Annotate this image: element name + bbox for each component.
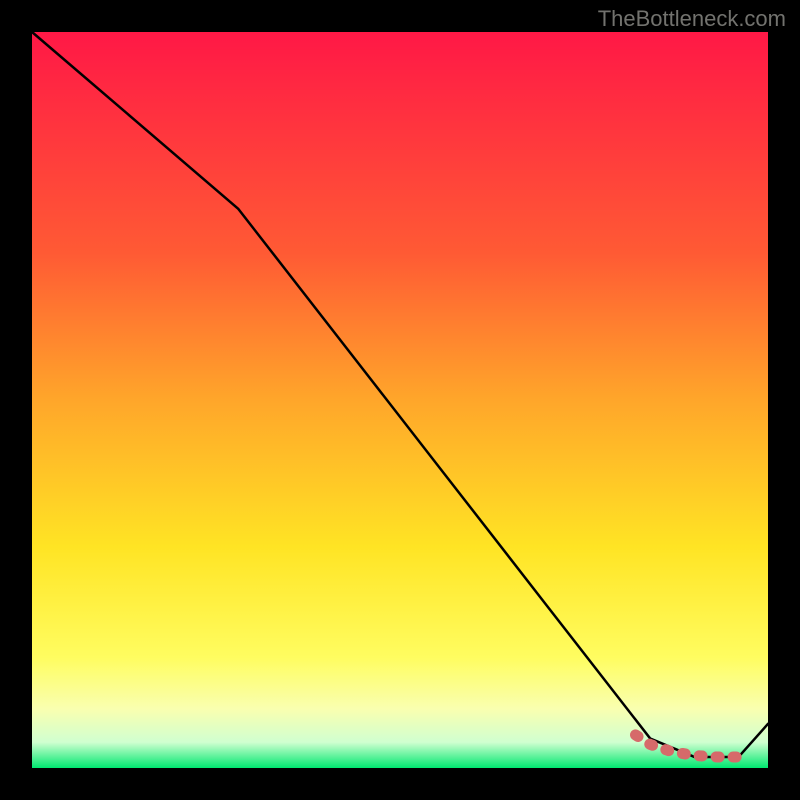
chart-svg [0, 0, 800, 800]
plot-background [32, 32, 768, 768]
chart-container: TheBottleneck.com [0, 0, 800, 800]
watermark-text: TheBottleneck.com [598, 6, 786, 32]
